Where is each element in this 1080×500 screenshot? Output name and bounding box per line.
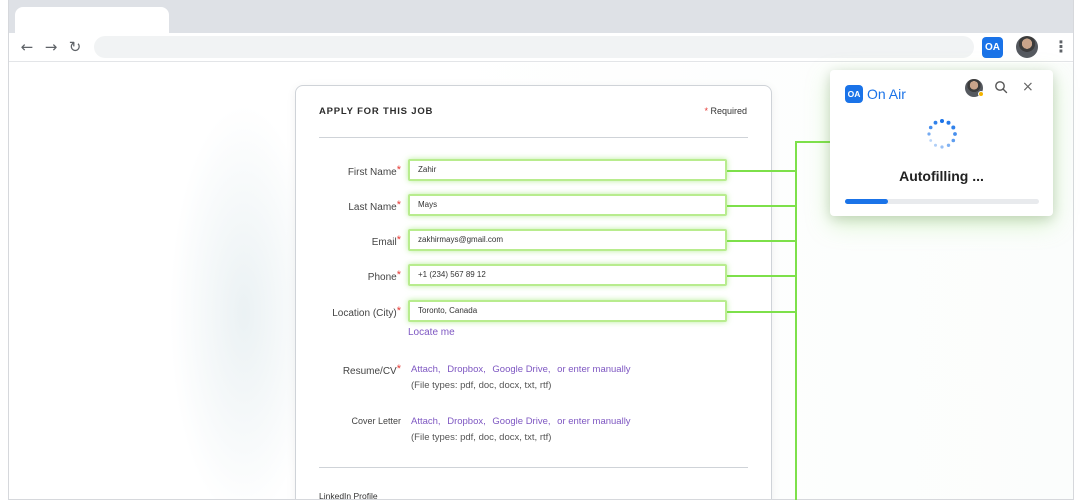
phone-label: Phone* xyxy=(367,269,401,283)
location-field[interactable]: Toronto, Canada xyxy=(408,300,727,322)
extension-oa-button[interactable]: OA xyxy=(982,37,1003,58)
connector-line xyxy=(727,205,797,207)
cover-letter-label: Cover Letter xyxy=(351,416,401,426)
progress-bar xyxy=(845,199,1039,204)
email-label: Email* xyxy=(371,234,401,248)
first-name-field[interactable]: Zahir xyxy=(408,159,727,181)
required-note: * Required xyxy=(704,106,747,116)
spinner-icon xyxy=(927,119,957,149)
resume-filetypes: (File types: pdf, doc, docx, txt, rtf) xyxy=(411,380,552,391)
resume-label: Resume/CV* xyxy=(342,363,401,377)
tab-strip xyxy=(9,0,1073,34)
first-name-label: First Name* xyxy=(347,164,401,178)
reload-icon[interactable]: ↻ xyxy=(65,37,85,57)
locate-me-link[interactable]: Locate me xyxy=(408,327,455,338)
progress-fill xyxy=(845,199,888,204)
divider xyxy=(319,467,748,468)
last-name-label: Last Name* xyxy=(348,199,401,213)
forward-arrow-icon[interactable]: → xyxy=(41,37,61,57)
cover-dropbox-link[interactable]: Dropbox, xyxy=(447,416,486,427)
connector-line xyxy=(727,311,797,313)
last-name-field[interactable]: Mays xyxy=(408,194,727,216)
cover-letter-filetypes: (File types: pdf, doc, docx, txt, rtf) xyxy=(411,432,552,443)
connector-line xyxy=(727,240,797,242)
resume-upload-options: Attach, Dropbox, Google Drive, or enter … xyxy=(411,364,635,375)
email-field[interactable]: zakhirmays@gmail.com xyxy=(408,229,727,251)
required-asterisk: * xyxy=(704,106,708,116)
connector-trunk xyxy=(795,141,797,500)
cover-letter-upload-options: Attach, Dropbox, Google Drive, or enter … xyxy=(411,416,635,427)
application-form-card: APPLY FOR THIS JOB * Required First Name… xyxy=(295,85,772,500)
status-dot xyxy=(978,91,984,97)
cover-manual-link[interactable]: or enter manually xyxy=(557,416,630,427)
location-label: Location (City)* xyxy=(332,305,401,319)
popup-avatar[interactable] xyxy=(965,79,984,97)
on-air-logo: OA xyxy=(845,85,863,103)
resume-gdrive-link[interactable]: Google Drive, xyxy=(492,364,550,375)
back-arrow-icon[interactable]: ← xyxy=(17,37,37,57)
cover-gdrive-link[interactable]: Google Drive, xyxy=(492,416,550,427)
resume-manual-link[interactable]: or enter manually xyxy=(557,364,630,375)
connector-line xyxy=(795,141,831,143)
search-icon[interactable] xyxy=(994,80,1008,94)
divider xyxy=(319,137,748,138)
profile-avatar[interactable] xyxy=(1016,36,1038,58)
resume-attach-link[interactable]: Attach, xyxy=(411,364,441,375)
connector-line xyxy=(727,275,797,277)
linkedin-label: LinkedIn Profile xyxy=(319,491,378,500)
kebab-menu-icon[interactable]: ⋮ xyxy=(1053,37,1069,57)
form-title: APPLY FOR THIS JOB xyxy=(319,106,434,117)
connector-line xyxy=(727,170,797,172)
cover-attach-link[interactable]: Attach, xyxy=(411,416,441,427)
required-note-text: Required xyxy=(710,106,747,116)
close-icon[interactable]: × xyxy=(1022,78,1034,96)
autofill-status: Autofilling ... xyxy=(899,168,984,184)
address-bar[interactable] xyxy=(94,36,974,58)
brand-name: On Air xyxy=(867,86,906,102)
browser-tab[interactable] xyxy=(15,7,169,34)
on-air-popup: OA On Air × Autofilling ... xyxy=(830,70,1053,216)
phone-field[interactable]: +1 (234) 567 89 12 xyxy=(408,264,727,286)
resume-dropbox-link[interactable]: Dropbox, xyxy=(447,364,486,375)
browser-toolbar: ← → ↻ OA ⋮ xyxy=(9,33,1073,62)
